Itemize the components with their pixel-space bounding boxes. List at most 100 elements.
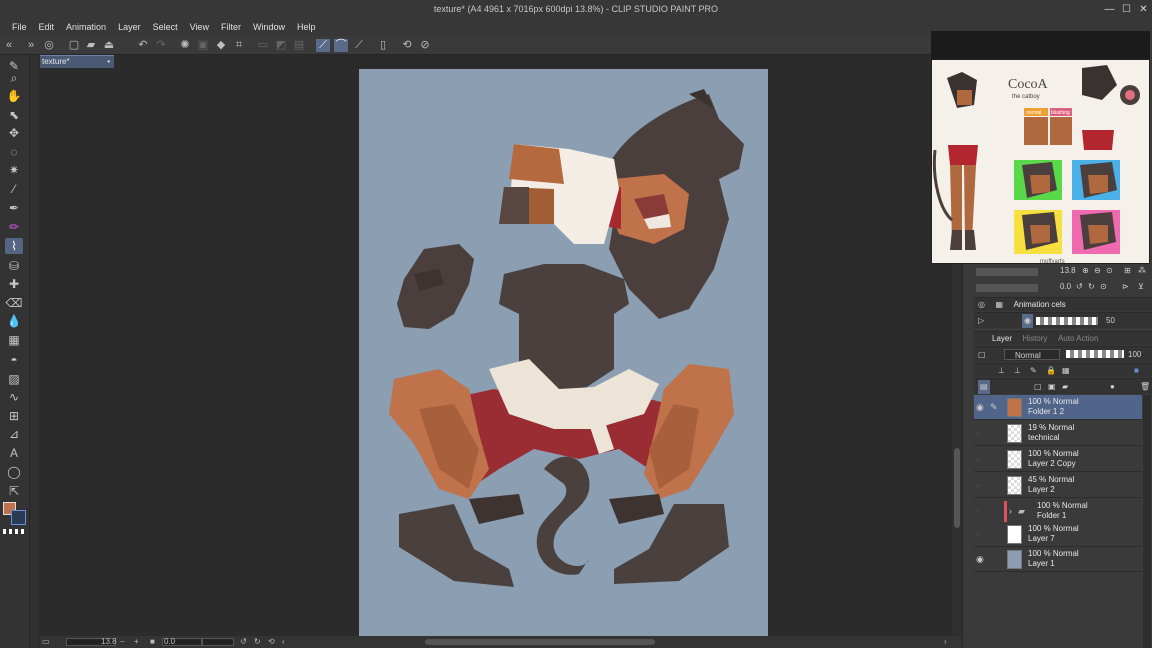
grid-icon[interactable]: ▦ bbox=[5, 332, 23, 348]
menu-select[interactable]: Select bbox=[147, 19, 184, 36]
navigator-fit[interactable]: ⊙ bbox=[1106, 264, 1113, 278]
balloon-icon[interactable]: ◯ bbox=[5, 464, 23, 480]
pencil-icon[interactable]: ✏ bbox=[5, 219, 23, 235]
layer-list-scrollbar[interactable] bbox=[1143, 395, 1151, 648]
layer-row[interactable]: ▫ 100 % Normal Layer 2 Copy bbox=[974, 447, 1142, 472]
menu-edit[interactable]: Edit bbox=[33, 19, 61, 36]
clear-outside-icon[interactable]: ▣ bbox=[196, 39, 210, 52]
collapse-left-icon[interactable]: « bbox=[2, 39, 16, 52]
snap-ruler-icon[interactable]: ⟋ bbox=[316, 39, 330, 52]
navigator-grid-icon[interactable]: ⊞ bbox=[1124, 264, 1131, 278]
layer-mask-icon[interactable]: ● bbox=[1110, 380, 1115, 394]
airbrush-icon[interactable]: ⛁ bbox=[5, 258, 23, 274]
zoom-slider-icon[interactable]: ▭ bbox=[42, 636, 50, 648]
menu-filter[interactable]: Filter bbox=[215, 19, 247, 36]
rotate-left-nav-icon[interactable]: ↺ bbox=[1076, 280, 1083, 294]
menu-help[interactable]: Help bbox=[291, 19, 322, 36]
layer-row[interactable]: ◉ 100 % Normal Layer 1 bbox=[974, 547, 1142, 572]
maximize-button[interactable]: ☐ bbox=[1118, 0, 1135, 19]
layer-row[interactable]: ▫ 19 % Normal technical bbox=[974, 421, 1142, 446]
layer-row[interactable]: ◉ ✎ 100 % Normal Folder 1 2 bbox=[974, 395, 1142, 420]
companion-icon[interactable]: ⟲ bbox=[400, 39, 414, 52]
transform-icon[interactable]: ⌗ bbox=[232, 39, 246, 52]
eye-off-icon[interactable]: ▫ bbox=[976, 454, 986, 464]
delete-layer-icon[interactable]: 🗑 bbox=[1140, 380, 1150, 394]
layer-color-icon[interactable]: ▢ bbox=[978, 348, 986, 362]
new-document-icon[interactable]: ▢ bbox=[67, 39, 81, 52]
menu-layer[interactable]: Layer bbox=[112, 19, 147, 36]
rotate-left-icon[interactable]: ↺ bbox=[240, 636, 247, 648]
sub-tool-collapsed-strip[interactable] bbox=[30, 55, 39, 648]
navigator-zoom-in[interactable]: ⊕ bbox=[1082, 264, 1089, 278]
eyedropper-icon[interactable]: ⁄ bbox=[5, 181, 23, 197]
navigator-zoom-out[interactable]: ⊖ bbox=[1094, 264, 1101, 278]
lock-transparent-icon[interactable]: ▦ bbox=[1062, 364, 1070, 378]
undo-icon[interactable]: ↶ bbox=[136, 39, 150, 52]
color-circle-tab-icon[interactable]: ◎ bbox=[974, 298, 989, 312]
clear-icon[interactable]: ✺ bbox=[178, 39, 192, 52]
deselect-icon[interactable]: ▭ bbox=[256, 39, 270, 52]
redo-icon[interactable]: ↷ bbox=[154, 39, 168, 52]
layer-row[interactable]: ▫ 100 % Normal Layer 7 bbox=[974, 522, 1142, 547]
animation-cels-tab[interactable]: Animation cels bbox=[1010, 298, 1070, 312]
angle-slider[interactable] bbox=[202, 638, 234, 646]
sub-color-swatch[interactable] bbox=[11, 510, 26, 525]
snap-special-ruler-icon[interactable]: ⌒ bbox=[334, 39, 348, 52]
flip-v-icon[interactable]: ⊻ bbox=[1138, 280, 1144, 294]
new-folder-icon[interactable]: ▰ bbox=[1062, 380, 1068, 394]
text-icon[interactable]: A bbox=[5, 445, 23, 461]
onion-opacity-slider[interactable] bbox=[1036, 317, 1098, 325]
tab-auto-action[interactable]: Auto Action bbox=[1054, 332, 1102, 346]
new-raster-layer-icon[interactable]: ▢ bbox=[1034, 380, 1042, 394]
document-tab[interactable]: texture* • bbox=[40, 55, 114, 68]
canvas-paper[interactable] bbox=[359, 69, 768, 637]
eye-icon[interactable]: ◉ bbox=[976, 402, 986, 412]
reset-rotation-icon[interactable]: ⟲ bbox=[268, 636, 275, 648]
correct-line-icon[interactable]: ⇱ bbox=[5, 483, 23, 499]
canvas-scroll-thumb[interactable] bbox=[954, 448, 960, 528]
magic-wand-icon[interactable]: ✷ bbox=[5, 162, 23, 178]
playback-icon[interactable]: ▷ bbox=[978, 314, 984, 328]
navigator-slider[interactable] bbox=[976, 268, 1038, 276]
fill-bucket-icon[interactable]: ◓ bbox=[5, 352, 23, 368]
invert-selection-icon[interactable]: ▤ bbox=[292, 39, 306, 52]
rotate-reset-icon[interactable]: ⊙ bbox=[1100, 280, 1107, 294]
document-tab-close[interactable]: • bbox=[105, 56, 110, 68]
eye-off-icon[interactable]: ▫ bbox=[976, 428, 986, 438]
eye-off-icon[interactable]: ▫ bbox=[976, 506, 986, 516]
fit-stop-icon[interactable]: ■ bbox=[150, 636, 155, 648]
rotate-right-icon[interactable]: ↻ bbox=[254, 636, 261, 648]
menu-animation[interactable]: Animation bbox=[60, 19, 112, 36]
figure-icon[interactable]: ∿ bbox=[5, 389, 23, 405]
onion-skin-icon[interactable]: ◉ bbox=[1022, 314, 1033, 328]
tablet-icon[interactable]: ▯ bbox=[376, 39, 390, 52]
color-set-tab-icon[interactable]: ▦ bbox=[992, 298, 1008, 312]
minimize-button[interactable]: — bbox=[1101, 0, 1118, 19]
lock-icon[interactable]: 🔒 bbox=[1046, 364, 1056, 378]
menu-file[interactable]: File bbox=[6, 19, 33, 36]
tab-layer[interactable]: Layer bbox=[974, 332, 1016, 346]
hand-icon[interactable]: ✋ bbox=[5, 88, 23, 104]
eye-icon[interactable]: ◉ bbox=[976, 554, 986, 564]
frame-icon[interactable]: ⊞ bbox=[5, 408, 23, 424]
layer-list-view-icon[interactable]: ▤ bbox=[978, 380, 990, 394]
transparent-color-swatch[interactable] bbox=[3, 529, 26, 534]
menu-view[interactable]: View bbox=[184, 19, 215, 36]
new-vector-layer-icon[interactable]: ▣ bbox=[1048, 380, 1056, 394]
gradient-icon[interactable]: ▨ bbox=[5, 371, 23, 387]
navigator-extra-icon[interactable]: ⁂ bbox=[1138, 264, 1146, 278]
flip-h-icon[interactable]: ⊳ bbox=[1122, 280, 1129, 294]
menu-window[interactable]: Window bbox=[247, 19, 291, 36]
tab-history[interactable]: History bbox=[1019, 332, 1052, 346]
collapse-right-icon[interactable]: » bbox=[24, 39, 38, 52]
layer-folder-row[interactable]: ▫ › ▰ 100 % Normal Folder 1 bbox=[974, 499, 1142, 524]
rotate-right-nav-icon[interactable]: ↻ bbox=[1088, 280, 1095, 294]
canvas-horizontal-scrollbar[interactable] bbox=[425, 639, 655, 645]
reference-layer-icon[interactable]: ⊥ bbox=[1014, 364, 1021, 378]
layer-opacity-slider[interactable] bbox=[1066, 350, 1124, 358]
zoom-icon[interactable]: ⌕ bbox=[5, 70, 23, 86]
open-folder-icon[interactable]: ▰ bbox=[84, 39, 98, 52]
lasso-icon[interactable]: ◌ bbox=[5, 144, 23, 160]
eye-off-icon[interactable]: ▫ bbox=[976, 529, 986, 539]
save-icon[interactable]: ⏏ bbox=[102, 39, 116, 52]
